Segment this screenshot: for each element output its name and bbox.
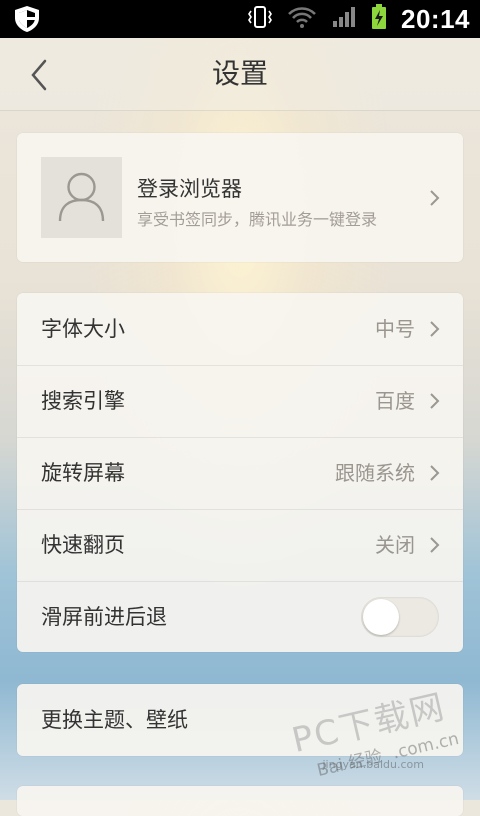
setting-label: 搜索引擎 bbox=[41, 389, 125, 413]
setting-swipe-navigation: 滑屏前进后退 bbox=[17, 581, 463, 653]
setting-search-engine[interactable]: 搜索引擎 百度 bbox=[17, 365, 463, 438]
status-bar: 20:14 bbox=[0, 0, 480, 38]
header-bar: 设置 bbox=[0, 38, 480, 111]
toggle-knob bbox=[363, 599, 399, 635]
setting-label: 更换主题、壁纸 bbox=[41, 708, 188, 732]
status-time: 20:14 bbox=[401, 3, 470, 34]
battery-charging-icon bbox=[371, 4, 387, 34]
wifi-icon bbox=[287, 5, 317, 33]
login-card[interactable]: 登录浏览器 享受书签同步，腾讯业务一键登录 bbox=[17, 133, 463, 262]
shield-app-icon bbox=[12, 4, 42, 34]
setting-value: 关闭 bbox=[375, 533, 415, 557]
setting-value: 百度 bbox=[375, 389, 415, 413]
login-subtitle: 享受书签同步，腾讯业务一键登录 bbox=[137, 210, 378, 229]
setting-label: 滑屏前进后退 bbox=[41, 605, 167, 629]
setting-label: 字体大小 bbox=[41, 317, 125, 341]
chevron-right-icon bbox=[430, 190, 440, 206]
setting-fast-page-turn[interactable]: 快速翻页 关闭 bbox=[17, 509, 463, 582]
vibrate-icon bbox=[247, 5, 273, 33]
setting-value: 跟随系统 bbox=[335, 461, 415, 485]
page-title: 设置 bbox=[211, 57, 268, 90]
setting-value: 中号 bbox=[375, 317, 415, 341]
chevron-right-icon bbox=[430, 465, 440, 481]
login-title: 登录浏览器 bbox=[137, 177, 242, 201]
chevron-right-icon bbox=[430, 393, 440, 409]
setting-rotate-screen[interactable]: 旋转屏幕 跟随系统 bbox=[17, 437, 463, 510]
chevron-right-icon bbox=[430, 321, 440, 337]
watermark-url: jingyan.baidu.com bbox=[322, 758, 424, 771]
swipe-navigation-toggle[interactable] bbox=[361, 597, 439, 637]
next-card-partial bbox=[17, 786, 463, 816]
chevron-right-icon bbox=[430, 537, 440, 553]
user-avatar-icon bbox=[41, 157, 122, 238]
settings-list: 字体大小 中号 搜索引擎 百度 旋转屏幕 跟随系统 快速翻页 关闭 滑屏前进后退 bbox=[17, 293, 463, 652]
setting-label: 快速翻页 bbox=[41, 533, 125, 557]
setting-font-size[interactable]: 字体大小 中号 bbox=[17, 293, 463, 366]
setting-label: 旋转屏幕 bbox=[41, 461, 125, 485]
signal-icon bbox=[331, 5, 357, 33]
